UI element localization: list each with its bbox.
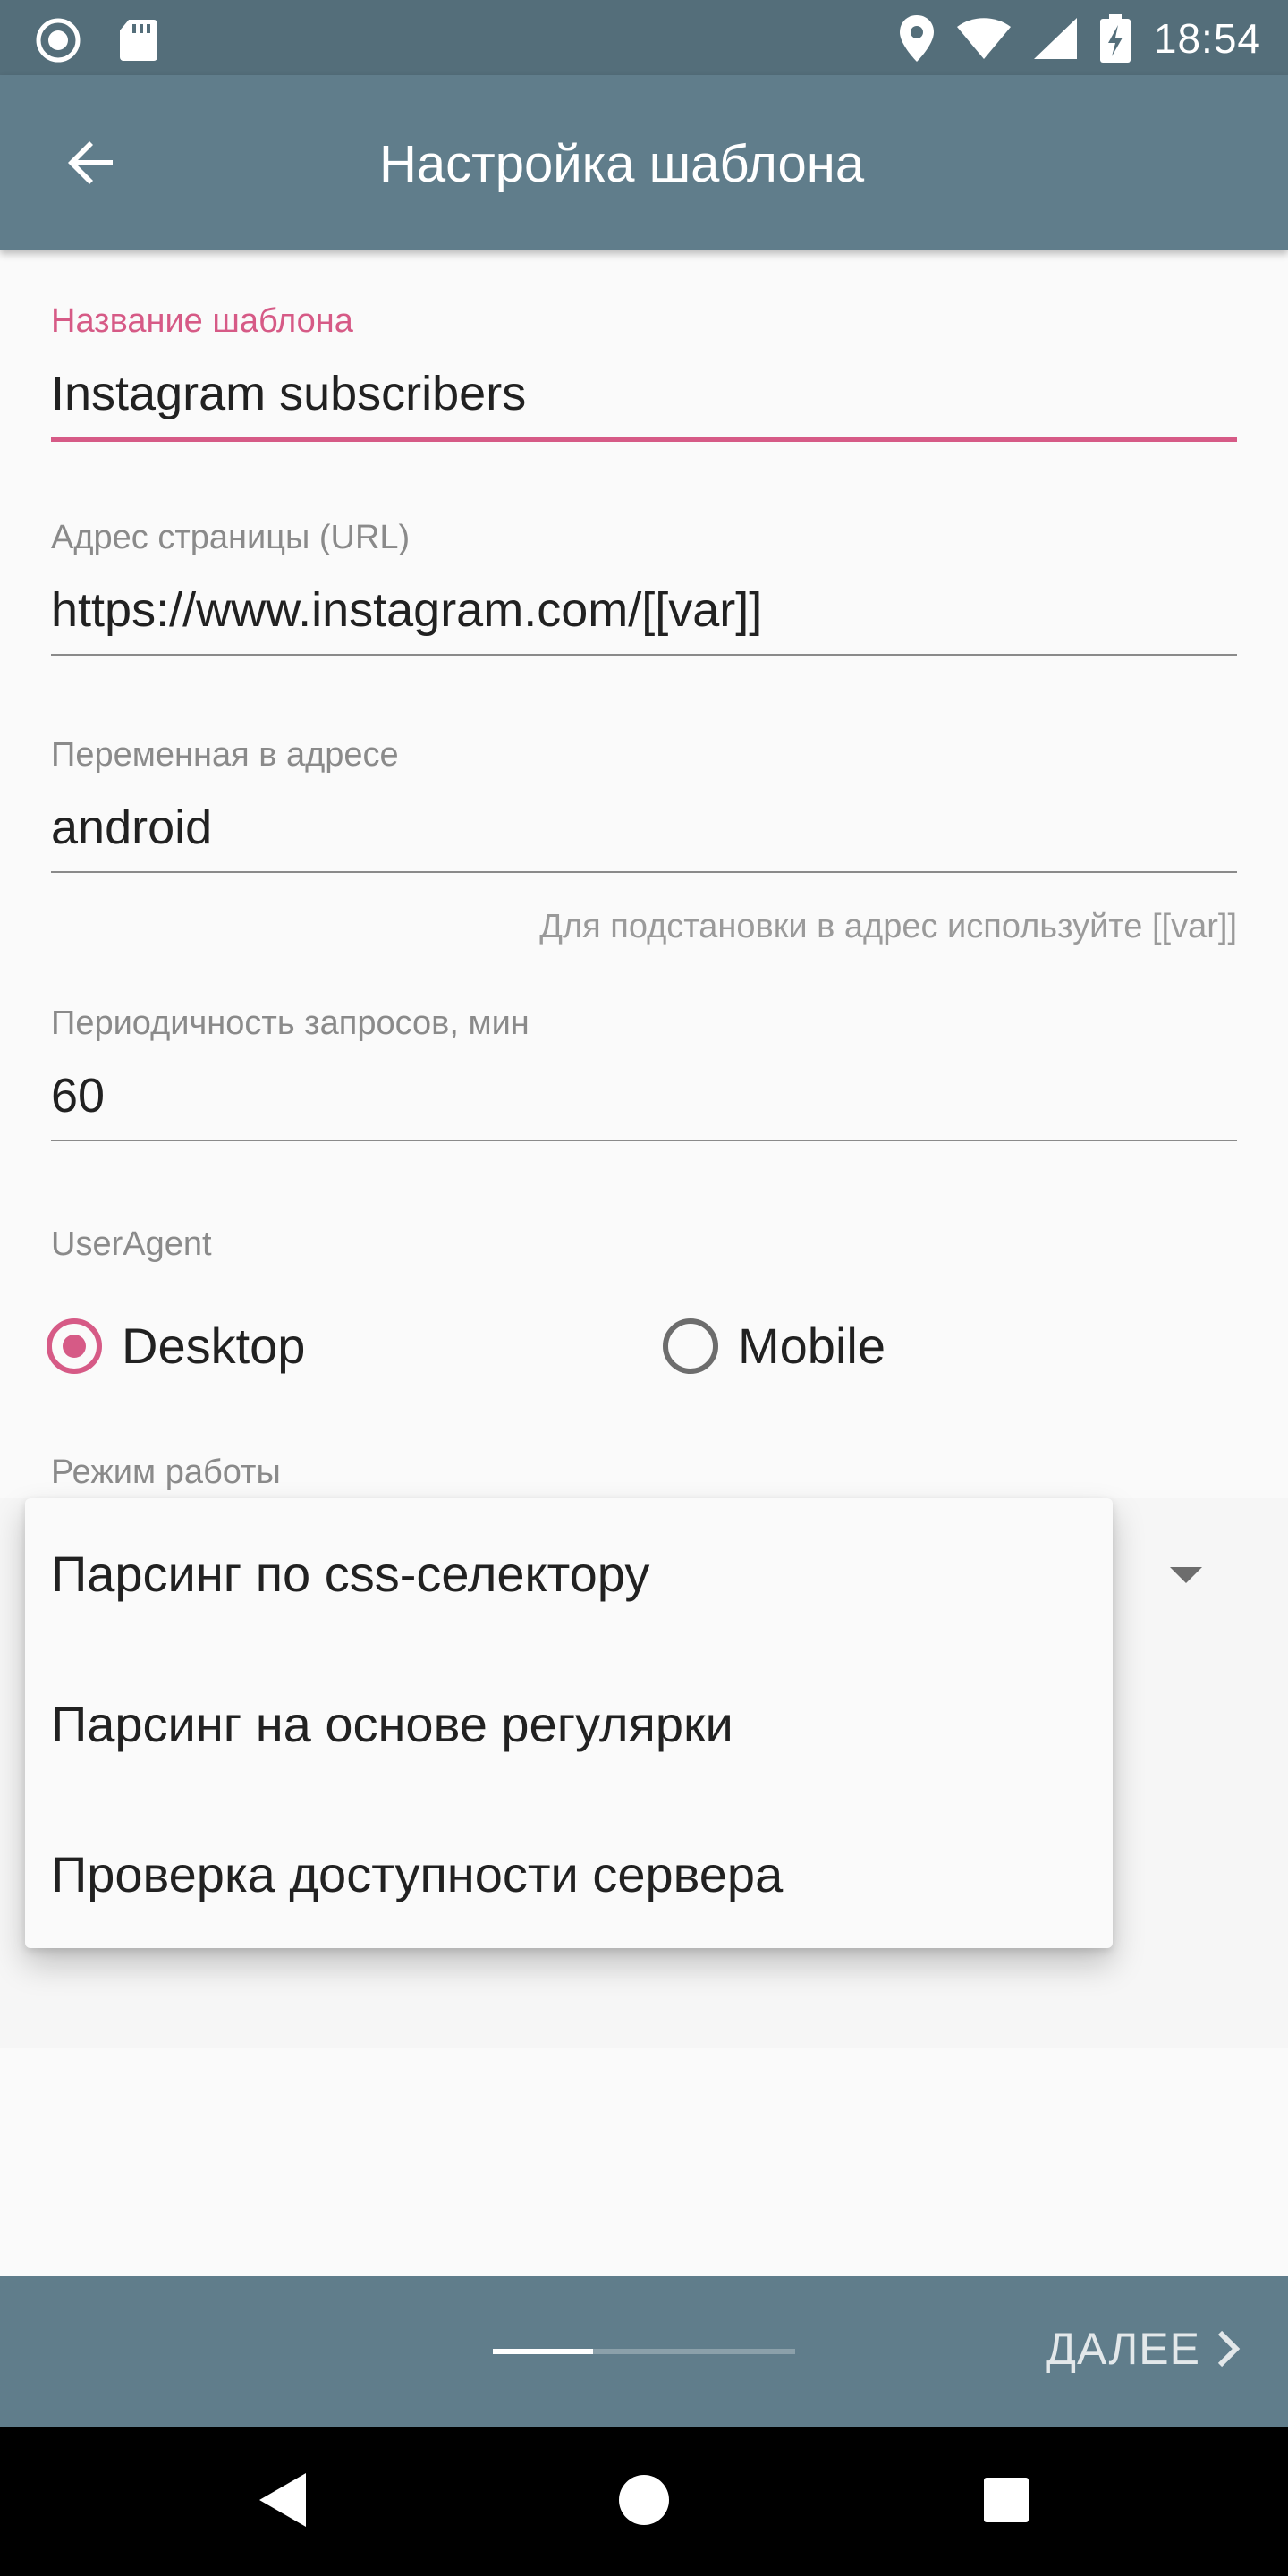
chevron-right-icon	[1217, 2330, 1241, 2368]
status-bar: 18:54	[0, 0, 1288, 75]
menu-item-css-selector[interactable]: Парсинг по css-селектору	[25, 1498, 1113, 1648]
wifi-icon	[956, 18, 1011, 59]
bottom-bar: ДАЛЕЕ	[0, 2276, 1288, 2427]
signal-icon	[1033, 18, 1077, 59]
page-url-input[interactable]: https://www.instagram.com/[[var]]	[51, 582, 1237, 638]
nav-back-button[interactable]	[258, 2471, 308, 2533]
page-url-label: Адрес страницы (URL)	[51, 519, 411, 556]
page-title: Настройка шаблона	[379, 135, 865, 193]
radio-checked-icon	[47, 1318, 102, 1374]
nav-recents-icon	[984, 2478, 1029, 2522]
url-variable-input[interactable]: android	[51, 800, 1237, 855]
template-name-input[interactable]: Instagram subscribers	[51, 366, 1237, 421]
battery-charging-icon	[1099, 14, 1131, 63]
interval-input[interactable]: 60	[51, 1068, 1237, 1123]
next-button[interactable]: ДАЛЕЕ	[1046, 2323, 1241, 2375]
step-progress-fill	[493, 2349, 593, 2354]
template-name-field[interactable]: Название шаблона Instagram subscribers	[51, 302, 1237, 442]
record-icon	[36, 18, 80, 63]
interval-label: Периодичность запросов, мин	[51, 1004, 530, 1042]
nav-home-button[interactable]	[617, 2471, 671, 2533]
page-url-field[interactable]: Адрес страницы (URL) https://www.instagr…	[51, 519, 1237, 656]
nav-home-icon	[619, 2475, 669, 2525]
url-variable-field[interactable]: Переменная в адресе android	[51, 736, 1237, 873]
nav-back-icon	[259, 2473, 306, 2527]
back-button[interactable]	[59, 131, 123, 195]
url-variable-underline	[51, 871, 1237, 873]
location-icon	[899, 15, 934, 62]
sd-card-icon	[120, 20, 157, 61]
status-time: 18:54	[1153, 15, 1261, 62]
step-progress-bar	[493, 2349, 795, 2354]
radio-unchecked-icon	[663, 1318, 718, 1374]
next-button-label: ДАЛЕЕ	[1046, 2324, 1200, 2374]
interval-field[interactable]: Периодичность запросов, мин 60	[51, 1004, 1237, 1141]
menu-item-regex[interactable]: Парсинг на основе регулярки	[25, 1648, 1113, 1799]
arrow-back-icon	[68, 141, 113, 184]
radio-desktop[interactable]: Desktop	[47, 1317, 305, 1375]
radio-desktop-label: Desktop	[122, 1318, 306, 1374]
system-nav-bar	[0, 2427, 1288, 2576]
app-bar: Настройка шаблона	[0, 75, 1288, 250]
menu-item-server-check[interactable]: Проверка доступности сервера	[25, 1799, 1113, 1949]
interval-underline	[51, 1140, 1237, 1141]
mode-dropdown-menu: Парсинг по css-селектору Парсинг на осно…	[25, 1498, 1113, 1948]
user-agent-label: UserAgent	[51, 1225, 212, 1263]
radio-mobile-label: Mobile	[738, 1318, 886, 1374]
template-name-label: Название шаблона	[51, 302, 353, 340]
radio-mobile[interactable]: Mobile	[663, 1317, 886, 1375]
url-variable-label: Переменная в адресе	[51, 736, 399, 774]
template-name-underline	[51, 437, 1237, 442]
page-url-underline	[51, 654, 1237, 656]
mode-label: Режим работы	[51, 1453, 281, 1491]
url-variable-helper: Для подстановки в адрес используйте [[va…	[539, 908, 1237, 945]
dropdown-arrow-icon[interactable]	[1170, 1567, 1202, 1583]
nav-recents-button[interactable]	[982, 2471, 1030, 2533]
